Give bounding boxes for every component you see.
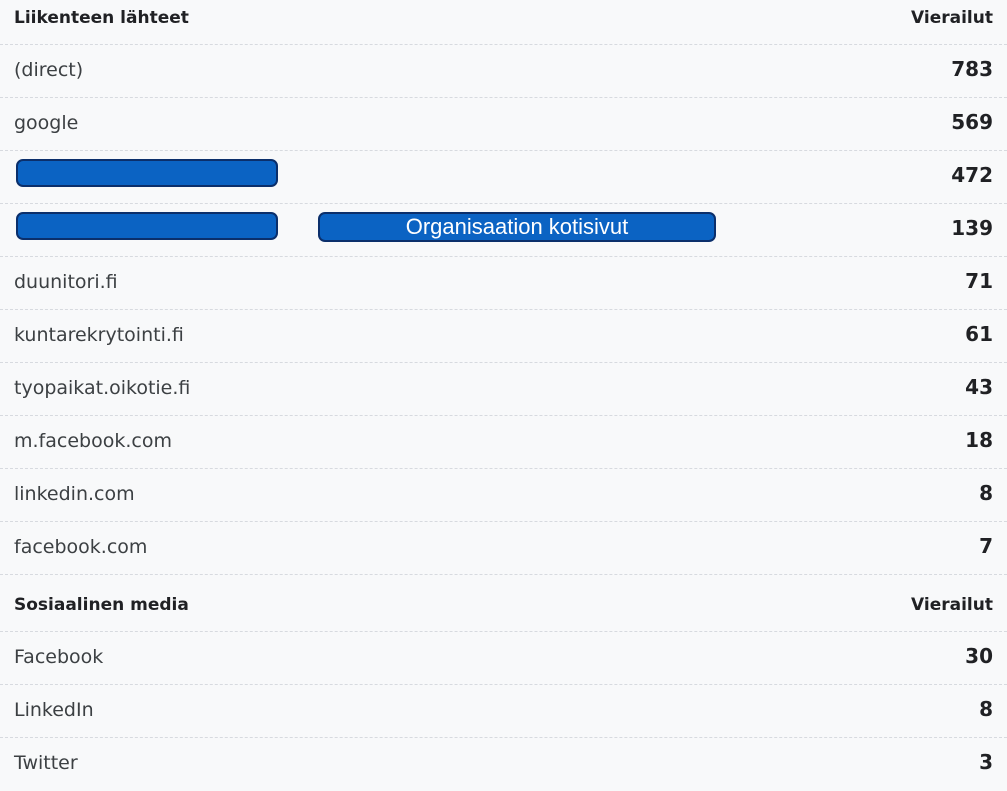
table-row[interactable]: kuntarekrytointi.fi 61 (0, 310, 1007, 363)
visits-value: 569 (951, 110, 993, 134)
table-row[interactable]: Facebook 30 (0, 632, 1007, 685)
traffic-sources-title: Liikenteen lähteet (14, 8, 189, 28)
visits-value: 783 (951, 57, 993, 81)
visits-value: 18 (965, 428, 993, 452)
visits-value: 472 (951, 163, 993, 187)
table-row[interactable]: 472 (0, 151, 1007, 204)
organisation-annotation: Organisaation kotisivut (318, 212, 716, 242)
table-row[interactable]: tyopaikat.oikotie.fi 43 (0, 363, 1007, 416)
visits-value: 3 (979, 750, 993, 774)
social-media-title: Sosiaalinen media (14, 595, 189, 615)
visits-value: 7 (979, 534, 993, 558)
source-label: kuntarekrytointi.fi (14, 324, 184, 346)
source-label: (direct) (14, 59, 84, 81)
table-row[interactable]: (direct) 783 (0, 45, 1007, 98)
redaction-box (16, 159, 278, 187)
source-label: tyopaikat.oikotie.fi (14, 377, 191, 399)
table-row[interactable]: LinkedIn 8 (0, 685, 1007, 738)
table-row[interactable]: google 569 (0, 98, 1007, 151)
visits-value: 30 (965, 644, 993, 668)
table-row[interactable]: Organisaation kotisivut 139 (0, 204, 1007, 257)
social-label: Facebook (14, 646, 104, 668)
visits-value: 8 (979, 697, 993, 721)
source-label: linkedin.com (14, 483, 135, 505)
social-label: LinkedIn (14, 699, 94, 721)
social-media-header: Sosiaalinen media Vierailut (0, 587, 1007, 632)
source-label: facebook.com (14, 536, 148, 558)
traffic-sources-visits-header: Vierailut (911, 8, 993, 28)
visits-value: 8 (979, 481, 993, 505)
social-media-visits-header: Vierailut (911, 595, 993, 615)
social-label: Twitter (14, 752, 78, 774)
table-row[interactable]: facebook.com 7 (0, 522, 1007, 575)
visits-value: 43 (965, 375, 993, 399)
stats-panel: Liikenteen lähteet Vierailut (direct) 78… (0, 0, 1007, 774)
source-label: m.facebook.com (14, 430, 172, 452)
source-label: google (14, 112, 79, 134)
visits-value: 61 (965, 322, 993, 346)
source-label: duunitori.fi (14, 271, 118, 293)
table-row[interactable]: m.facebook.com 18 (0, 416, 1007, 469)
visits-value: 71 (965, 269, 993, 293)
table-row[interactable]: duunitori.fi 71 (0, 257, 1007, 310)
redaction-box (16, 212, 278, 240)
table-row[interactable]: linkedin.com 8 (0, 469, 1007, 522)
traffic-sources-header: Liikenteen lähteet Vierailut (0, 0, 1007, 45)
table-row[interactable]: Twitter 3 (0, 738, 1007, 791)
visits-value: 139 (951, 216, 993, 240)
